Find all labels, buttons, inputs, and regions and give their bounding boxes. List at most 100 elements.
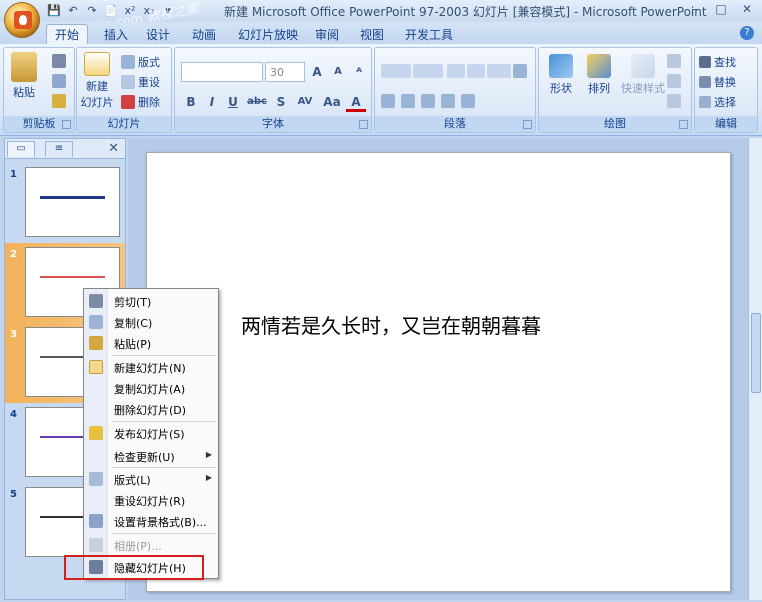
menu-item-check-updates[interactable]: 检查更新(U) ▶ [84,446,218,466]
paragraph-group-label: 段落 [375,116,535,132]
menu-item-layout[interactable]: 版式(L) ▶ [84,469,218,489]
slide-text[interactable]: 两情若是久长时，又岂在朝朝暮暮 [241,310,541,339]
paste-icon [89,336,103,350]
shrink-font-icon[interactable]: A [328,62,348,82]
line-spacing-icon[interactable] [487,64,511,78]
paste-label: 粘贴 [13,86,35,99]
tab-home[interactable]: 开始 [46,24,89,46]
maximize-button[interactable]: □ [708,1,734,19]
numbering-icon[interactable] [413,64,443,78]
current-slide[interactable]: 两情若是久长时，又岂在朝朝暮暮 [146,152,731,592]
char-spacing-button[interactable]: AV [292,92,318,112]
album-icon [89,538,103,552]
shape-effects-icon[interactable] [667,94,681,108]
shadow-button[interactable]: S [271,92,291,112]
menu-item-reset-slide[interactable]: 重设幻灯片(R) [84,490,218,510]
context-menu: 剪切(T) 复制(C) 粘贴(P) 新建幻灯片(N) 复制幻灯片(A) 删除幻灯… [83,288,219,579]
tab-animations[interactable]: 动画 [192,26,216,43]
new-slide-button[interactable]: 新建 幻灯片 [79,52,115,110]
minimize-button[interactable]: – [682,1,708,19]
scissors-icon [89,294,103,308]
paste-icon [11,52,37,82]
bold-button[interactable]: B [181,92,201,112]
menu-item-format-background[interactable]: 设置背景格式(B)... [84,511,218,531]
close-panel-icon[interactable]: ✕ [108,141,119,156]
menu-separator [112,467,216,468]
vertical-scrollbar[interactable] [748,138,762,600]
slide-thumbnail[interactable] [25,167,120,237]
tab-outline-icon[interactable]: ≡ [45,141,73,157]
tab-slides-icon[interactable]: ▭ [7,141,35,157]
tab-insert[interactable]: 插入 [104,26,128,43]
select-button[interactable]: 选择 [699,94,736,110]
arrange-button[interactable]: 排列 [581,54,617,96]
layout-button[interactable]: 版式 [121,54,160,70]
layout-icon [121,55,135,69]
underline-button[interactable]: U [223,92,243,112]
reset-button[interactable]: 重设 [121,74,160,90]
align-center-icon[interactable] [401,94,415,108]
text-direction-icon[interactable] [513,64,527,78]
shape-fill-icon[interactable] [667,54,681,68]
clipboard-group: 粘贴 剪贴板 [3,47,75,133]
paragraph-group: 段落 [374,47,536,133]
office-button[interactable] [4,2,40,38]
strikethrough-button[interactable]: abc [244,92,270,112]
copy-icon[interactable] [52,74,66,88]
undo-icon[interactable]: ↶ [65,3,81,19]
help-icon[interactable]: ? [740,26,754,40]
format-painter-icon[interactable] [52,94,66,108]
menu-item-copy[interactable]: 复制(C) [84,312,218,332]
menu-item-duplicate-slide[interactable]: 复制幻灯片(A) [84,378,218,398]
menu-item-new-slide[interactable]: 新建幻灯片(N) [84,357,218,377]
office-logo-icon [14,11,32,29]
replace-icon [699,76,711,88]
menu-item-delete-slide[interactable]: 删除幻灯片(D) [84,399,218,419]
align-right-icon[interactable] [421,94,435,108]
paste-button[interactable]: 粘贴 [8,52,40,100]
shape-outline-icon[interactable] [667,74,681,88]
shapes-icon [549,54,573,78]
clipboard-dialog-launcher[interactable] [62,120,71,129]
menu-item-publish-slides[interactable]: 发布幻灯片(S) [84,423,218,443]
menu-item-cut[interactable]: 剪切(T) [84,291,218,311]
menu-separator [112,421,216,422]
drawing-dialog-launcher[interactable] [679,120,688,129]
font-group-label: 字体 [175,116,371,132]
menu-item-paste[interactable]: 粘贴(P) [84,333,218,353]
delete-slide-button[interactable]: 删除 [121,94,160,110]
align-left-icon[interactable] [381,94,395,108]
font-name-box[interactable] [181,62,263,82]
decrease-indent-icon[interactable] [447,64,465,78]
bullets-icon[interactable] [381,64,411,78]
clear-format-icon[interactable]: ᴬ [349,62,369,82]
font-color-button[interactable]: A [346,92,366,112]
layout-icon [89,472,103,486]
slide-number: 4 [10,409,17,420]
replace-button[interactable]: 替换 [699,74,736,90]
slide-thumb-row[interactable]: 1 [5,163,125,243]
change-case-button[interactable]: Aa [319,92,345,112]
close-button[interactable]: ✕ [734,1,760,19]
font-format-row: B I U abc S AV Aa A [181,92,366,112]
cut-icon[interactable] [52,54,66,68]
columns-icon[interactable] [461,94,475,108]
font-dialog-launcher[interactable] [359,120,368,129]
justify-icon[interactable] [441,94,455,108]
italic-button[interactable]: I [202,92,222,112]
save-icon[interactable]: 💾 [46,3,62,19]
tab-developer[interactable]: 开发工具 [405,26,453,43]
tab-design[interactable]: 设计 [146,26,170,43]
tab-view[interactable]: 视图 [360,26,384,43]
quick-styles-button[interactable]: 快速样式 [619,54,667,96]
slide-number: 3 [10,329,17,340]
font-size-box[interactable]: 30 [265,62,305,82]
scrollbar-thumb[interactable] [751,313,761,393]
tab-slideshow[interactable]: 幻灯片放映 [238,26,298,43]
tab-review[interactable]: 审阅 [315,26,339,43]
increase-indent-icon[interactable] [467,64,485,78]
paragraph-dialog-launcher[interactable] [523,120,532,129]
find-button[interactable]: 查找 [699,54,736,70]
shapes-button[interactable]: 形状 [543,54,579,96]
grow-font-icon[interactable]: A [307,62,327,82]
